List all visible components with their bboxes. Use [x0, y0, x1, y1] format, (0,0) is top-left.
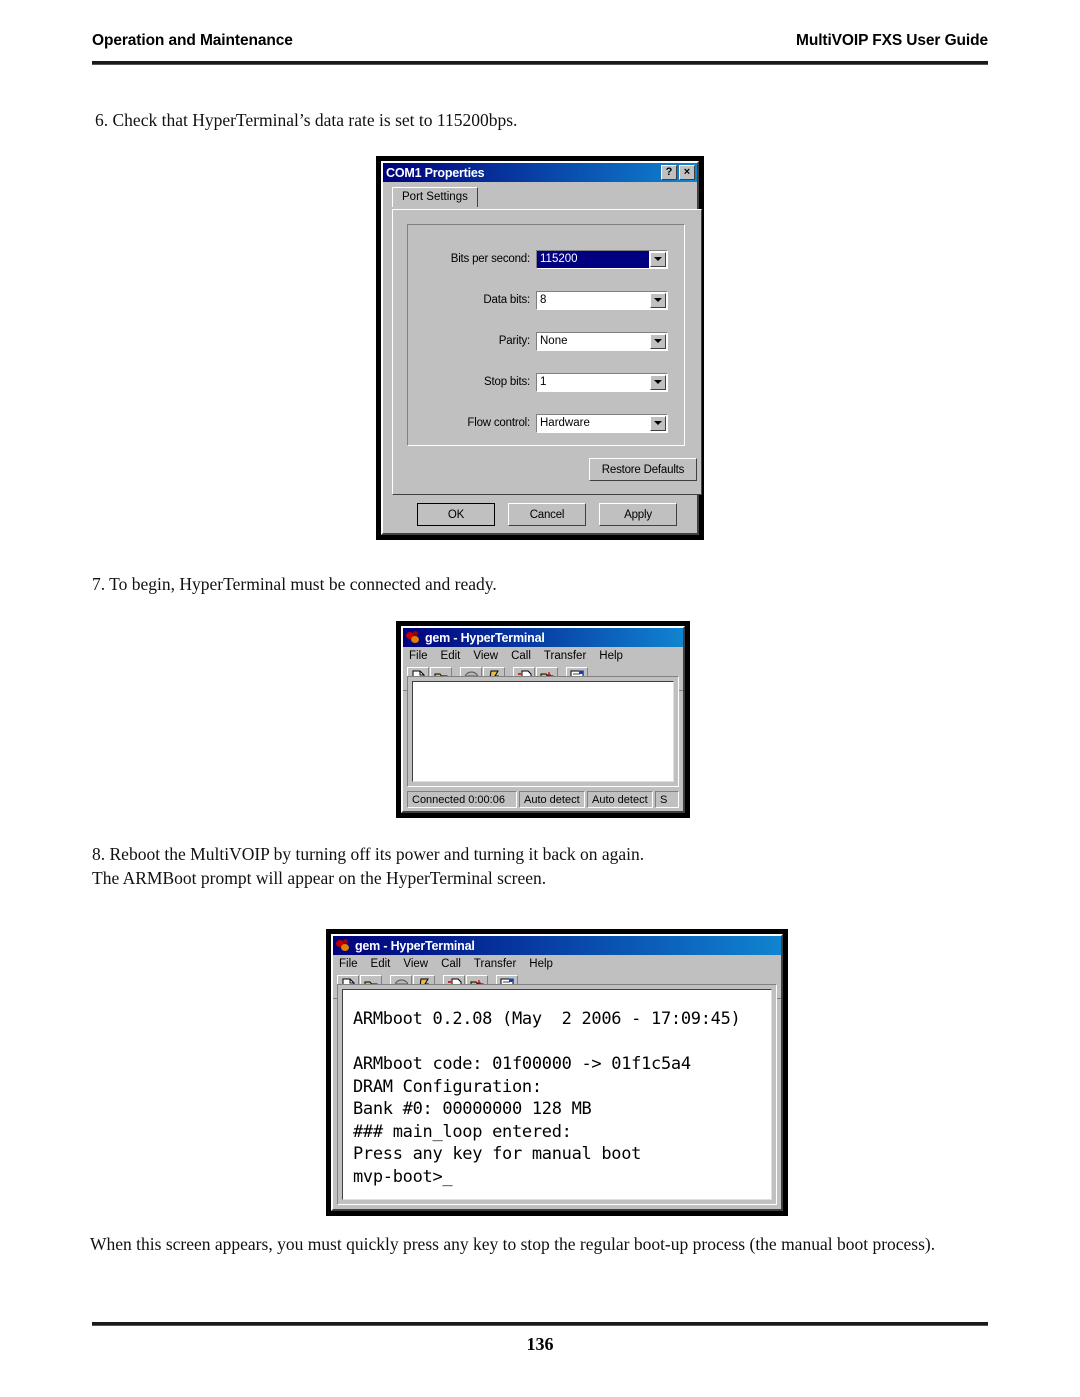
header-right-title: MultiVOIP FXS User Guide [796, 32, 988, 49]
terminal-screen[interactable]: ARMboot 0.2.08 (May 2 2006 - 17:09:45) A… [342, 989, 772, 1200]
hyperterminal-statusbar: Connected 0:00:06 Auto detect Auto detec… [407, 791, 679, 808]
step-8-text: 8. Reboot the MultiVOIP by turning off i… [92, 844, 645, 888]
label-parity: Parity: [498, 335, 530, 347]
dialog-button-row: OK Cancel Apply [392, 503, 702, 527]
closing-paragraph: When this screen appears, you must quick… [90, 1234, 936, 1254]
combo-data-bits[interactable]: 8 [536, 290, 668, 310]
menu-view[interactable]: View [403, 958, 428, 970]
hyperterminal-title: gem - HyperTerminal [355, 938, 475, 953]
hyperterminal-titlebar[interactable]: gem - HyperTerminal [403, 628, 683, 647]
combo-value-bits-per-second: 115200 [537, 250, 649, 268]
hyperterminal-body: gem - HyperTerminal File Edit View Call … [331, 934, 783, 1211]
dialog-body: COM1 Properties ? × Port Settings Bits p… [381, 161, 702, 535]
combo-stop-bits[interactable]: 1 [536, 372, 668, 392]
status-extra: S [655, 791, 679, 808]
chevron-down-icon[interactable] [650, 333, 666, 349]
terminal-client-area: ARMboot 0.2.08 (May 2 2006 - 17:09:45) A… [337, 984, 777, 1205]
close-button[interactable]: × [679, 165, 695, 180]
status-protocol: Auto detect [519, 791, 585, 808]
menu-edit[interactable]: Edit [441, 650, 461, 662]
combo-value-parity: None [540, 335, 568, 347]
running-header: Operation and Maintenance MultiVOIP FXS … [92, 32, 988, 50]
status-connected: Connected 0:00:06 [407, 791, 517, 808]
document-page: Operation and Maintenance MultiVOIP FXS … [0, 0, 1080, 1397]
menu-transfer[interactable]: Transfer [544, 650, 586, 662]
label-flow-control: Flow control: [467, 417, 530, 429]
menu-call[interactable]: Call [441, 958, 461, 970]
header-left-title: Operation and Maintenance [92, 32, 293, 49]
hyperterminal-menubar: File Edit View Call Transfer Help [333, 955, 781, 973]
step-7-text: 7. To begin, HyperTerminal must be conne… [92, 574, 497, 594]
hyperterminal-window-armboot: gem - HyperTerminal File Edit View Call … [326, 929, 788, 1216]
terminal-output: ARMboot 0.2.08 (May 2 2006 - 17:09:45) A… [353, 1009, 741, 1187]
footer-divider [92, 1322, 988, 1326]
menu-transfer[interactable]: Transfer [474, 958, 516, 970]
field-data-bits: Data bits: 8 [408, 290, 686, 310]
port-settings-group: Bits per second: 115200 Data bits: 8 Par… [407, 224, 685, 446]
terminal-client-area [407, 676, 679, 787]
field-flow-control: Flow control: Hardware [408, 413, 686, 433]
hyperterminal-title: gem - HyperTerminal [425, 630, 545, 645]
label-stop-bits: Stop bits: [484, 376, 530, 388]
menu-edit[interactable]: Edit [371, 958, 391, 970]
menu-help[interactable]: Help [529, 958, 553, 970]
chevron-down-icon[interactable] [650, 374, 666, 390]
field-stop-bits: Stop bits: 1 [408, 372, 686, 392]
combo-bits-per-second[interactable]: 115200 [536, 249, 668, 269]
chevron-down-icon[interactable] [650, 251, 666, 267]
field-parity: Parity: None [408, 331, 686, 351]
menu-file[interactable]: File [339, 958, 358, 970]
combo-value-flow-control: Hardware [540, 417, 590, 429]
apply-button[interactable]: Apply [599, 503, 677, 526]
menu-call[interactable]: Call [511, 650, 531, 662]
hyperterminal-app-icon [406, 630, 421, 645]
combo-value-data-bits: 8 [540, 294, 547, 306]
label-bits-per-second: Bits per second: [450, 253, 530, 265]
menu-file[interactable]: File [409, 650, 428, 662]
tab-port-settings[interactable]: Port Settings [392, 187, 478, 207]
hyperterminal-titlebar[interactable]: gem - HyperTerminal [333, 936, 781, 955]
combo-parity[interactable]: None [536, 331, 668, 351]
terminal-screen[interactable] [412, 681, 674, 782]
page-number: 136 [526, 1334, 554, 1354]
dialog-titlebar[interactable]: COM1 Properties ? × [383, 163, 697, 182]
restore-defaults-button[interactable]: Restore Defaults [589, 458, 697, 481]
terminal-output [413, 682, 673, 700]
label-data-bits: Data bits: [483, 294, 530, 306]
hyperterminal-app-icon [336, 938, 351, 953]
ok-button[interactable]: OK [417, 503, 495, 526]
hyperterminal-menubar: File Edit View Call Transfer Help [403, 647, 683, 665]
menu-view[interactable]: View [473, 650, 498, 662]
field-bits-per-second: Bits per second: 115200 [408, 249, 686, 269]
chevron-down-icon[interactable] [650, 415, 666, 431]
help-button[interactable]: ? [661, 165, 677, 180]
menu-help[interactable]: Help [599, 650, 623, 662]
combo-value-stop-bits: 1 [540, 376, 547, 388]
status-rate: Auto detect [587, 791, 653, 808]
step-6-text: 6. Check that HyperTerminal’s data rate … [95, 110, 518, 130]
header-divider [92, 61, 988, 65]
cancel-button[interactable]: Cancel [508, 503, 586, 526]
hyperterminal-window-connected: gem - HyperTerminal File Edit View Call … [396, 621, 690, 818]
com1-properties-dialog: COM1 Properties ? × Port Settings Bits p… [376, 156, 704, 540]
dialog-title: COM1 Properties [386, 165, 485, 180]
chevron-down-icon[interactable] [650, 292, 666, 308]
tab-page-port-settings: Bits per second: 115200 Data bits: 8 Par… [392, 209, 702, 495]
hyperterminal-body: gem - HyperTerminal File Edit View Call … [401, 626, 685, 813]
combo-flow-control[interactable]: Hardware [536, 413, 668, 433]
